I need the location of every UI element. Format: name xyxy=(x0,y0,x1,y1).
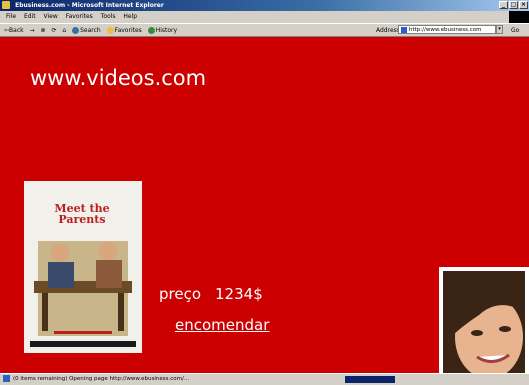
ie-icon xyxy=(2,1,10,9)
search-button[interactable]: Search xyxy=(72,24,101,38)
refresh-button[interactable]: ⟳ xyxy=(51,24,56,38)
site-title: www.videos.com xyxy=(30,66,207,90)
menu-favorites[interactable]: Favorites xyxy=(66,13,93,20)
page-content: www.videos.com Robert De Niro Ben Stille… xyxy=(0,37,529,379)
menu-help[interactable]: Help xyxy=(123,13,137,20)
order-link[interactable]: encomendar xyxy=(175,316,269,334)
favorites-icon xyxy=(106,27,114,34)
menu-tools[interactable]: Tools xyxy=(101,13,116,20)
window-titlebar: Ebusiness.com - Microsoft Internet Explo… xyxy=(0,0,529,11)
back-button[interactable]: ⇦Back xyxy=(4,24,24,38)
search-icon xyxy=(72,27,80,34)
status-text: (0 items remaining) Opening page http://… xyxy=(13,376,190,382)
stop-button[interactable]: ⊗ xyxy=(40,24,45,38)
address-field[interactable]: http://www.ebusiness.com xyxy=(398,25,496,34)
address-label: Address xyxy=(376,27,400,34)
face-photo-art xyxy=(439,267,529,379)
price-label: preço xyxy=(159,285,202,303)
history-button[interactable]: History xyxy=(147,24,177,38)
minimize-button[interactable]: _ xyxy=(499,1,508,9)
progress-bar xyxy=(345,376,395,383)
favorites-button[interactable]: Favorites xyxy=(106,24,142,38)
history-icon xyxy=(147,27,155,34)
movie-poster[interactable]: Robert De Niro Ben Stiller Meet the Pare… xyxy=(24,181,142,353)
maximize-button[interactable]: □ xyxy=(509,1,518,9)
address-dropdown[interactable]: ▾ xyxy=(496,25,503,34)
poster-title: Meet the Parents xyxy=(54,202,110,226)
forward-button[interactable]: → xyxy=(30,24,35,38)
window-title: Ebusiness.com - Microsoft Internet Explo… xyxy=(15,2,164,9)
price: preço 1234$ xyxy=(159,285,277,303)
close-button[interactable]: × xyxy=(519,1,528,9)
menu-file[interactable]: File xyxy=(6,13,16,20)
page-icon xyxy=(401,27,407,33)
window-controls: _ □ × xyxy=(499,1,528,9)
status-bar: (0 items remaining) Opening page http://… xyxy=(0,373,529,385)
menu-view[interactable]: View xyxy=(44,13,58,20)
menu-bar: File Edit View Favorites Tools Help xyxy=(0,11,529,23)
page-loading-icon xyxy=(3,375,10,382)
home-button[interactable]: ⌂ xyxy=(62,24,66,38)
face-photo xyxy=(439,267,529,379)
menu-edit[interactable]: Edit xyxy=(24,13,36,20)
go-button[interactable]: Go xyxy=(511,24,519,38)
price-value: 1234$ xyxy=(215,285,263,303)
